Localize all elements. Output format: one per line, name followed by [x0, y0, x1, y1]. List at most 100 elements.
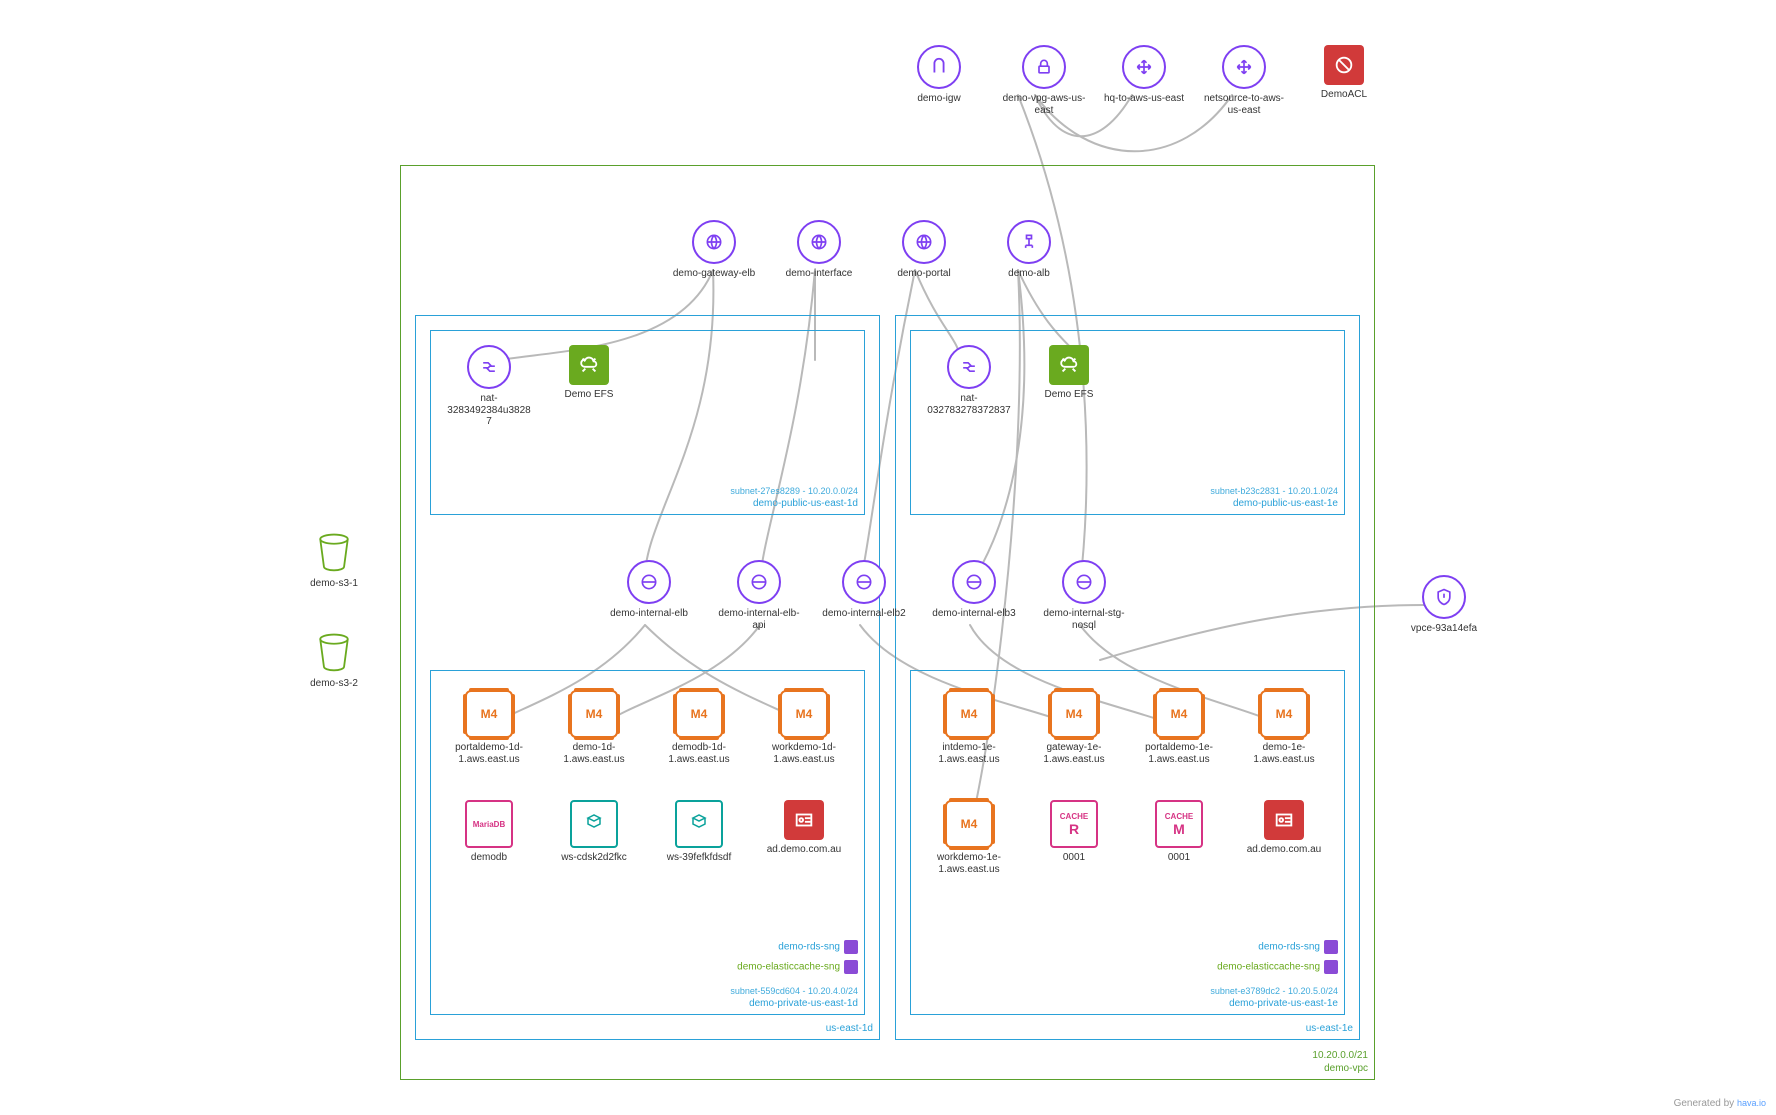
node-label: Demo EFS: [545, 389, 633, 401]
sng-swatch-icon: [1324, 960, 1338, 974]
directory-icon: [784, 800, 824, 840]
sng-swatch-icon: [1324, 940, 1338, 954]
ec2-work-1e[interactable]: M4 workdemo-1e-1.aws.east.us: [925, 800, 1013, 875]
nat2-node[interactable]: nat-032783278372837: [925, 345, 1013, 416]
ec2-demodb-1d[interactable]: M4 demodb-1d-1.aws.east.us: [655, 690, 743, 765]
ec2-icon: M4: [675, 690, 723, 738]
node-label: Demo EFS: [1025, 389, 1113, 401]
elb-gateway[interactable]: demo-gateway-elb: [670, 220, 758, 280]
elb-icon: [797, 220, 841, 264]
workspace-1[interactable]: ws-cdsk2d2fkc: [550, 800, 638, 864]
ec2-icon: M4: [1155, 690, 1203, 738]
endpoint-icon: [1422, 575, 1466, 619]
elb-int3[interactable]: demo-internal-elb3: [930, 560, 1018, 620]
vpce-node[interactable]: vpce-93a14efa: [1400, 575, 1488, 635]
acl-node[interactable]: DemoACL: [1300, 45, 1388, 101]
node-label: ad.demo.com.au: [1240, 844, 1328, 856]
acl-label: DemoACL: [1300, 89, 1388, 101]
node-label: 0001: [1135, 852, 1223, 864]
arrows-icon: [1222, 45, 1266, 89]
ec2-demo-1d[interactable]: M4 demo-1d-1.aws.east.us: [550, 690, 638, 765]
az2-label: us-east-1e: [1306, 1023, 1353, 1036]
nat-icon: [467, 345, 511, 389]
node-label: demo-portal: [880, 268, 968, 280]
node-label: nat-032783278372837: [925, 393, 1013, 416]
directory-1e[interactable]: ad.demo.com.au: [1240, 800, 1328, 856]
s3a-node[interactable]: demo-s3-1: [290, 530, 378, 590]
elb-int-stg[interactable]: demo-internal-stg-nosql: [1040, 560, 1128, 631]
node-label: ws-cdsk2d2fkc: [550, 852, 638, 864]
ec2-gateway-1e[interactable]: M4 gateway-1e-1.aws.east.us: [1030, 690, 1118, 765]
workspace-2[interactable]: ws-39fefkfdsdf: [655, 800, 743, 864]
ec2-portal-1d[interactable]: M4 portaldemo-1d-1.aws.east.us: [445, 690, 533, 765]
elb-portal[interactable]: demo-portal: [880, 220, 968, 280]
ec2-int-1e[interactable]: M4 intdemo-1e-1.aws.east.us: [925, 690, 1013, 765]
vpg-node[interactable]: demo-vpg-aws-us-east: [1000, 45, 1088, 116]
rds-sng-label: demo-rds-sng: [1258, 940, 1338, 954]
footer-brand-link[interactable]: hava.io: [1737, 1098, 1766, 1108]
sng-swatch-icon: [844, 940, 858, 954]
node-label: workdemo-1e-1.aws.east.us: [925, 852, 1013, 875]
mariadb-icon: MariaDB: [465, 800, 513, 848]
directory-1d[interactable]: ad.demo.com.au: [760, 800, 848, 856]
node-label: ad.demo.com.au: [760, 844, 848, 856]
cache-r[interactable]: CACHER 0001: [1030, 800, 1118, 864]
efs1-node[interactable]: Demo EFS: [545, 345, 633, 401]
node-label: demodb-1d-1.aws.east.us: [655, 742, 743, 765]
ec2-portal-1e[interactable]: M4 portaldemo-1e-1.aws.east.us: [1135, 690, 1223, 765]
alb-icon: [1007, 220, 1051, 264]
node-label: demo-interface: [775, 268, 863, 280]
arrows-icon: [1122, 45, 1166, 89]
node-label: demo-alb: [985, 268, 1073, 280]
elb-int-api[interactable]: demo-internal-elb-api: [715, 560, 803, 631]
workspace-icon: [570, 800, 618, 848]
az1-label: us-east-1d: [826, 1023, 873, 1036]
firewall-icon: [1324, 45, 1364, 85]
workspace-icon: [675, 800, 723, 848]
efs2-node[interactable]: Demo EFS: [1025, 345, 1113, 401]
node-label: intdemo-1e-1.aws.east.us: [925, 742, 1013, 765]
s3b-label: demo-s3-2: [290, 678, 378, 690]
elb-icon: [1062, 560, 1106, 604]
node-label: demo-internal-elb3: [930, 608, 1018, 620]
node-label: demo-1e-1.aws.east.us: [1240, 742, 1328, 765]
footer: Generated by hava.io: [1674, 1098, 1766, 1109]
cache-icon: CACHEM: [1155, 800, 1203, 848]
cache-m[interactable]: CACHEM 0001: [1135, 800, 1223, 864]
elb-interface[interactable]: demo-interface: [775, 220, 863, 280]
node-label: demo-internal-elb2: [820, 608, 908, 620]
elb-int2[interactable]: demo-internal-elb2: [820, 560, 908, 620]
ec2-demo-1e[interactable]: M4 demo-1e-1.aws.east.us: [1240, 690, 1328, 765]
ec2-icon: M4: [780, 690, 828, 738]
node-label: demo-1d-1.aws.east.us: [550, 742, 638, 765]
igw-icon: [917, 45, 961, 89]
ec2-icon: M4: [945, 800, 993, 848]
efs-icon: [1049, 345, 1089, 385]
ec2-icon: M4: [1050, 690, 1098, 738]
nat1-node[interactable]: nat-3283492384u38287: [445, 345, 533, 428]
ec2-icon: M4: [570, 690, 618, 738]
rds-sng-label: demo-rds-sng: [778, 940, 858, 954]
vpn1-node[interactable]: hq-to-aws-us-east: [1100, 45, 1188, 105]
subnet-prv2-label: subnet-e3789dc2 - 10.20.5.0/24 demo-priv…: [1210, 986, 1338, 1010]
ec2-icon: M4: [945, 690, 993, 738]
ec2-icon: M4: [1260, 690, 1308, 738]
vpg-label: demo-vpg-aws-us-east: [1000, 93, 1088, 116]
cache-sng-label: demo-elasticcache-sng: [1217, 960, 1338, 974]
node-label: 0001: [1030, 852, 1118, 864]
node-label: gateway-1e-1.aws.east.us: [1030, 742, 1118, 765]
elb-icon: [952, 560, 996, 604]
rds-demodb[interactable]: MariaDB demodb: [445, 800, 533, 864]
elb-icon: [692, 220, 736, 264]
cache-sng-label: demo-elasticcache-sng: [737, 960, 858, 974]
vpn2-node[interactable]: netsource-to-aws-us-east: [1200, 45, 1288, 116]
s3b-node[interactable]: demo-s3-2: [290, 630, 378, 690]
node-label: workdemo-1d-1.aws.east.us: [760, 742, 848, 765]
node-label: portaldemo-1d-1.aws.east.us: [445, 742, 533, 765]
elb-int1[interactable]: demo-internal-elb: [605, 560, 693, 620]
elb-icon: [627, 560, 671, 604]
igw-node[interactable]: demo-igw: [895, 45, 983, 105]
ec2-work-1d[interactable]: M4 workdemo-1d-1.aws.east.us: [760, 690, 848, 765]
elb-alb[interactable]: demo-alb: [985, 220, 1073, 280]
bucket-icon: [312, 530, 356, 574]
